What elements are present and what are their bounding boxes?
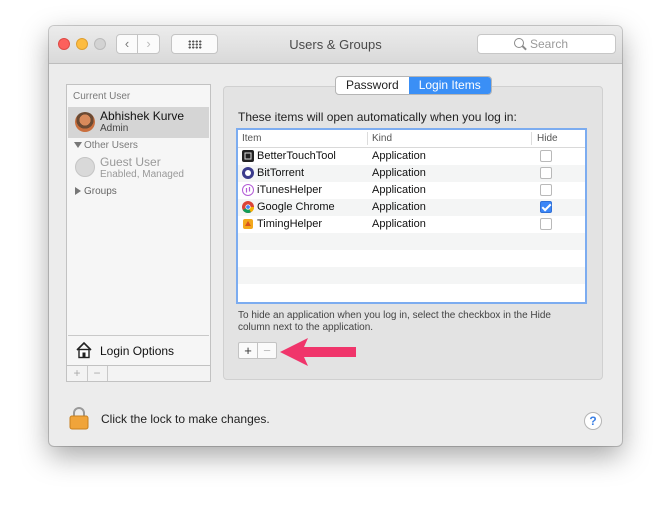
hide-checkbox[interactable] — [540, 218, 552, 230]
annotation-arrow-icon — [280, 338, 356, 366]
tab-bar: Password Login Items — [335, 76, 492, 95]
table-row[interactable]: Google Chrome Application — [238, 199, 585, 216]
title-bar: ‹ › Users & Groups Search — [49, 26, 622, 64]
item-kind: Application — [372, 150, 426, 162]
disclosure-triangle-icon[interactable] — [74, 142, 82, 148]
table-row[interactable]: iTunesHelper Application — [238, 182, 585, 199]
guest-user-status: Enabled, Managed — [100, 169, 184, 180]
remove-login-item-button[interactable]: − — [258, 342, 277, 359]
item-name: TimingHelper — [257, 218, 323, 230]
login-items-add-remove: + − — [238, 342, 277, 359]
lock-label: Click the lock to make changes. — [101, 412, 270, 426]
column-divider — [367, 132, 368, 145]
empty-row — [238, 233, 585, 250]
itunes-icon — [242, 184, 254, 196]
column-hide[interactable]: Hide — [537, 133, 558, 144]
guest-avatar — [75, 157, 95, 177]
current-user-role: Admin — [100, 123, 129, 134]
search-icon — [514, 38, 524, 48]
column-kind[interactable]: Kind — [372, 133, 392, 144]
other-users-header: Other Users — [84, 140, 138, 151]
hide-checkbox[interactable] — [540, 167, 552, 179]
empty-row — [238, 267, 585, 284]
login-items-table[interactable]: Item Kind Hide BetterTouchTool Applicati… — [236, 128, 587, 304]
column-divider — [531, 132, 532, 145]
item-name: iTunesHelper — [257, 184, 323, 196]
table-header: Item Kind Hide — [238, 130, 585, 148]
tab-password[interactable]: Password — [336, 77, 409, 94]
login-items-intro: These items will open automatically when… — [238, 110, 517, 124]
table-row[interactable]: TimingHelper Application — [238, 216, 585, 233]
current-user-name: Abhishek Kurve — [100, 109, 185, 123]
item-name: BetterTouchTool — [257, 150, 336, 162]
lock-icon[interactable] — [69, 406, 89, 430]
empty-row — [238, 284, 585, 301]
search-field[interactable]: Search — [477, 34, 616, 54]
empty-row — [238, 250, 585, 267]
users-groups-window: ‹ › Users & Groups Search Current User A… — [49, 26, 622, 446]
column-item[interactable]: Item — [242, 133, 261, 144]
hide-checkbox[interactable] — [540, 150, 552, 162]
item-name: Google Chrome — [257, 201, 335, 213]
item-kind: Application — [372, 184, 426, 196]
tab-login-items[interactable]: Login Items — [408, 77, 491, 94]
add-login-item-button[interactable]: + — [238, 342, 258, 359]
bettertouchtool-icon — [242, 150, 254, 162]
user-avatar — [75, 112, 95, 132]
add-user-button[interactable]: + — [67, 366, 88, 381]
help-button[interactable]: ? — [584, 412, 602, 430]
groups-label[interactable]: Groups — [84, 186, 117, 197]
bittorrent-icon — [242, 167, 254, 179]
item-kind: Application — [372, 218, 426, 230]
login-options-label: Login Options — [100, 344, 175, 358]
item-name: BitTorrent — [257, 167, 305, 179]
table-row[interactable]: BitTorrent Application — [238, 165, 585, 182]
item-kind: Application — [372, 201, 426, 213]
login-options-row[interactable]: Login Options — [68, 335, 209, 368]
table-row[interactable]: BetterTouchTool Application — [238, 148, 585, 165]
chrome-icon — [242, 201, 254, 213]
guest-user-name[interactable]: Guest User — [100, 155, 161, 169]
current-user-row[interactable]: Abhishek Kurve Admin — [68, 107, 209, 138]
users-list: Current User Abhishek Kurve Admin Other … — [66, 84, 211, 382]
hide-hint-text: To hide an application when you log in, … — [238, 310, 551, 333]
remove-user-button[interactable]: − — [87, 366, 108, 381]
hide-checkbox[interactable] — [540, 184, 552, 196]
search-placeholder: Search — [530, 37, 569, 51]
item-kind: Application — [372, 167, 426, 179]
hide-checkbox-checked[interactable] — [540, 201, 552, 213]
house-icon — [76, 341, 92, 359]
timing-icon — [243, 219, 253, 229]
current-user-header: Current User — [73, 91, 131, 102]
users-add-remove-bar: + − — [66, 365, 211, 382]
groups-disclosure-icon[interactable] — [75, 187, 81, 195]
